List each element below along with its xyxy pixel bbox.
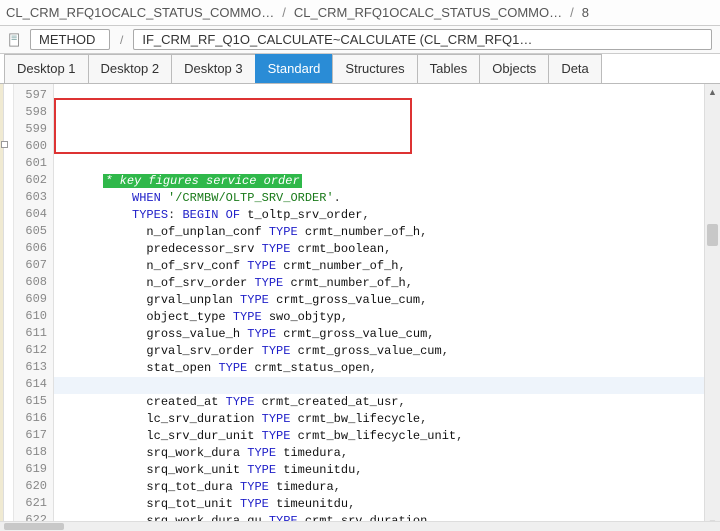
- code-line[interactable]: n_of_unplan_conf TYPE crmt_number_of_h,: [60, 224, 720, 241]
- view-tabs: Desktop 1Desktop 2Desktop 3StandardStruc…: [0, 54, 720, 84]
- code-line[interactable]: srq_tot_dura TYPE timedura,: [60, 479, 720, 496]
- line-number: 618: [14, 445, 53, 462]
- code-editor: 5975985996006016026036046056066076086096…: [0, 84, 720, 531]
- line-number: 600: [14, 139, 53, 156]
- line-number: 616: [14, 411, 53, 428]
- code-area[interactable]: * key figures service order WHEN '/CRMBW…: [54, 84, 720, 531]
- line-number: 612: [14, 343, 53, 360]
- line-number: 602: [14, 173, 53, 190]
- code-line[interactable]: gross_value_h TYPE crmt_gross_value_cum,: [60, 326, 720, 343]
- line-number: 599: [14, 122, 53, 139]
- line-number: 601: [14, 156, 53, 173]
- line-number: 617: [14, 428, 53, 445]
- code-line[interactable]: predecessor_srv TYPE crmt_boolean,: [60, 241, 720, 258]
- tab-deta[interactable]: Deta: [548, 54, 601, 83]
- method-signature-box[interactable]: IF_CRM_RF_Q1O_CALCULATE~CALCULATE (CL_CR…: [133, 29, 712, 50]
- line-number: 614: [14, 377, 53, 394]
- line-number: 604: [14, 207, 53, 224]
- method-label-box[interactable]: METHOD: [30, 29, 110, 50]
- line-number: 620: [14, 479, 53, 496]
- line-gutter: 5975985996006016026036046056066076086096…: [14, 84, 54, 531]
- code-line[interactable]: grval_unplan TYPE crmt_gross_value_cum,: [60, 292, 720, 309]
- tab-structures[interactable]: Structures: [332, 54, 417, 83]
- code-line[interactable]: lc_srv_dur_unit TYPE crmt_bw_lifecycle_u…: [60, 428, 720, 445]
- current-line-highlight: [54, 377, 704, 394]
- code-line[interactable]: n_of_srv_conf TYPE crmt_number_of_h,: [60, 258, 720, 275]
- breadcrumb-sep: /: [564, 5, 580, 20]
- line-number: 610: [14, 309, 53, 326]
- line-number: 606: [14, 241, 53, 258]
- fold-marker[interactable]: [1, 141, 8, 148]
- toolbar-sep: /: [114, 33, 129, 47]
- tab-objects[interactable]: Objects: [479, 54, 549, 83]
- code-line[interactable]: srq_tot_unit TYPE timeunitdu,: [60, 496, 720, 513]
- toolbar: METHOD / IF_CRM_RF_Q1O_CALCULATE~CALCULA…: [0, 26, 720, 54]
- code-line[interactable]: * key figures service order: [60, 173, 720, 190]
- tab-standard[interactable]: Standard: [255, 54, 334, 83]
- line-number: 607: [14, 258, 53, 275]
- line-number: 609: [14, 292, 53, 309]
- tab-desktop-2[interactable]: Desktop 2: [88, 54, 173, 83]
- breadcrumb-item[interactable]: CL_CRM_RFQ1OCALC_STATUS_COMMO…: [292, 5, 564, 20]
- code-line[interactable]: stat_open TYPE crmt_status_open,: [60, 360, 720, 377]
- code-line[interactable]: object_type TYPE swo_objtyp,: [60, 309, 720, 326]
- code-line[interactable]: lc_srv_duration TYPE crmt_bw_lifecycle,: [60, 411, 720, 428]
- line-number: 598: [14, 105, 53, 122]
- code-line[interactable]: n_of_srv_order TYPE crmt_number_of_h,: [60, 275, 720, 292]
- breadcrumb-bar: CL_CRM_RFQ1OCALC_STATUS_COMMO… / CL_CRM_…: [0, 0, 720, 26]
- code-line[interactable]: TYPES: BEGIN OF t_oltp_srv_order,: [60, 207, 720, 224]
- line-number: 615: [14, 394, 53, 411]
- line-number: 611: [14, 326, 53, 343]
- code-line[interactable]: created_at TYPE crmt_created_at_usr,: [60, 394, 720, 411]
- tab-desktop-1[interactable]: Desktop 1: [4, 54, 89, 83]
- vertical-scroll-thumb[interactable]: [707, 224, 718, 246]
- breadcrumb-item[interactable]: CL_CRM_RFQ1OCALC_STATUS_COMMO…: [4, 5, 276, 20]
- code-line[interactable]: WHEN '/CRMBW/OLTP_SRV_ORDER'.: [60, 190, 720, 207]
- code-line[interactable]: srq_work_dura TYPE timedura,: [60, 445, 720, 462]
- line-number: 608: [14, 275, 53, 292]
- breadcrumb-item[interactable]: 8: [580, 5, 591, 20]
- tab-tables[interactable]: Tables: [417, 54, 481, 83]
- breadcrumb-sep: /: [276, 5, 292, 20]
- line-number: 597: [14, 88, 53, 105]
- line-number: 621: [14, 496, 53, 513]
- line-number: 605: [14, 224, 53, 241]
- code-line[interactable]: srq_work_unit TYPE timeunitdu,: [60, 462, 720, 479]
- line-number: 619: [14, 462, 53, 479]
- code-line[interactable]: [60, 156, 720, 173]
- horizontal-scrollbar[interactable]: [0, 521, 720, 531]
- tab-desktop-3[interactable]: Desktop 3: [171, 54, 256, 83]
- vertical-scrollbar[interactable]: ▲ ▼: [704, 84, 720, 531]
- horizontal-scroll-thumb[interactable]: [4, 523, 64, 530]
- annotation-box: [54, 98, 412, 154]
- sheet-icon[interactable]: [4, 29, 26, 51]
- line-number: 613: [14, 360, 53, 377]
- editor-margin: [4, 84, 14, 531]
- line-number: 603: [14, 190, 53, 207]
- scroll-up-icon[interactable]: ▲: [705, 84, 720, 100]
- code-line[interactable]: grval_srv_order TYPE crmt_gross_value_cu…: [60, 343, 720, 360]
